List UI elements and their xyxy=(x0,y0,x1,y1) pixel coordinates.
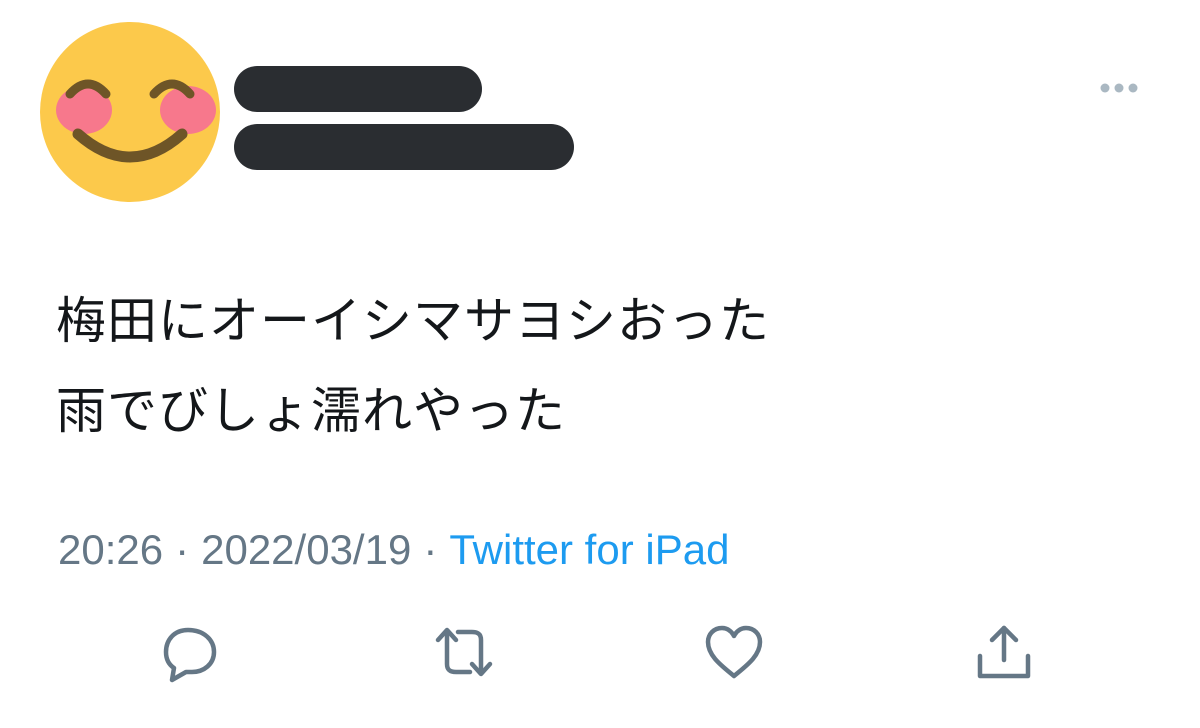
meta-separator: · xyxy=(175,526,190,573)
share-icon xyxy=(977,625,1031,679)
reply-button[interactable] xyxy=(158,620,222,684)
tweet-actions xyxy=(0,620,1200,690)
avatar[interactable] xyxy=(40,22,220,202)
tweet-card: 梅田にオーイシマサヨシおった 雨でびしょ濡れやった 20:26 · 2022/03/… xyxy=(0,0,1200,728)
tweet-source-link[interactable]: Twitter for iPad xyxy=(449,526,729,573)
share-button[interactable] xyxy=(972,620,1036,684)
tweet-text-line-1: 梅田にオーイシマサヨシおった xyxy=(56,292,770,350)
retweet-button[interactable] xyxy=(432,620,496,684)
tweet-time[interactable]: 20:26 xyxy=(58,526,163,573)
tweet-text-line-2: 雨でびしょ濡れやった xyxy=(56,382,566,440)
more-dots-icon[interactable] xyxy=(1098,80,1140,96)
tweet-date[interactable]: 2022/03/19 xyxy=(201,526,411,573)
tweet-text: 梅田にオーイシマサヨシおった 雨でびしょ濡れやった xyxy=(56,276,1106,456)
smiling-face-with-blush-icon xyxy=(40,22,220,202)
reply-icon xyxy=(163,627,217,683)
retweet-icon xyxy=(435,627,493,677)
tweet-meta: 20:26 · 2022/03/19 · Twitter for iPad xyxy=(58,522,729,578)
heart-icon xyxy=(705,625,763,679)
redacted-display-name xyxy=(234,66,482,112)
redacted-username xyxy=(234,124,574,170)
meta-separator: · xyxy=(423,526,438,573)
like-button[interactable] xyxy=(702,620,766,684)
